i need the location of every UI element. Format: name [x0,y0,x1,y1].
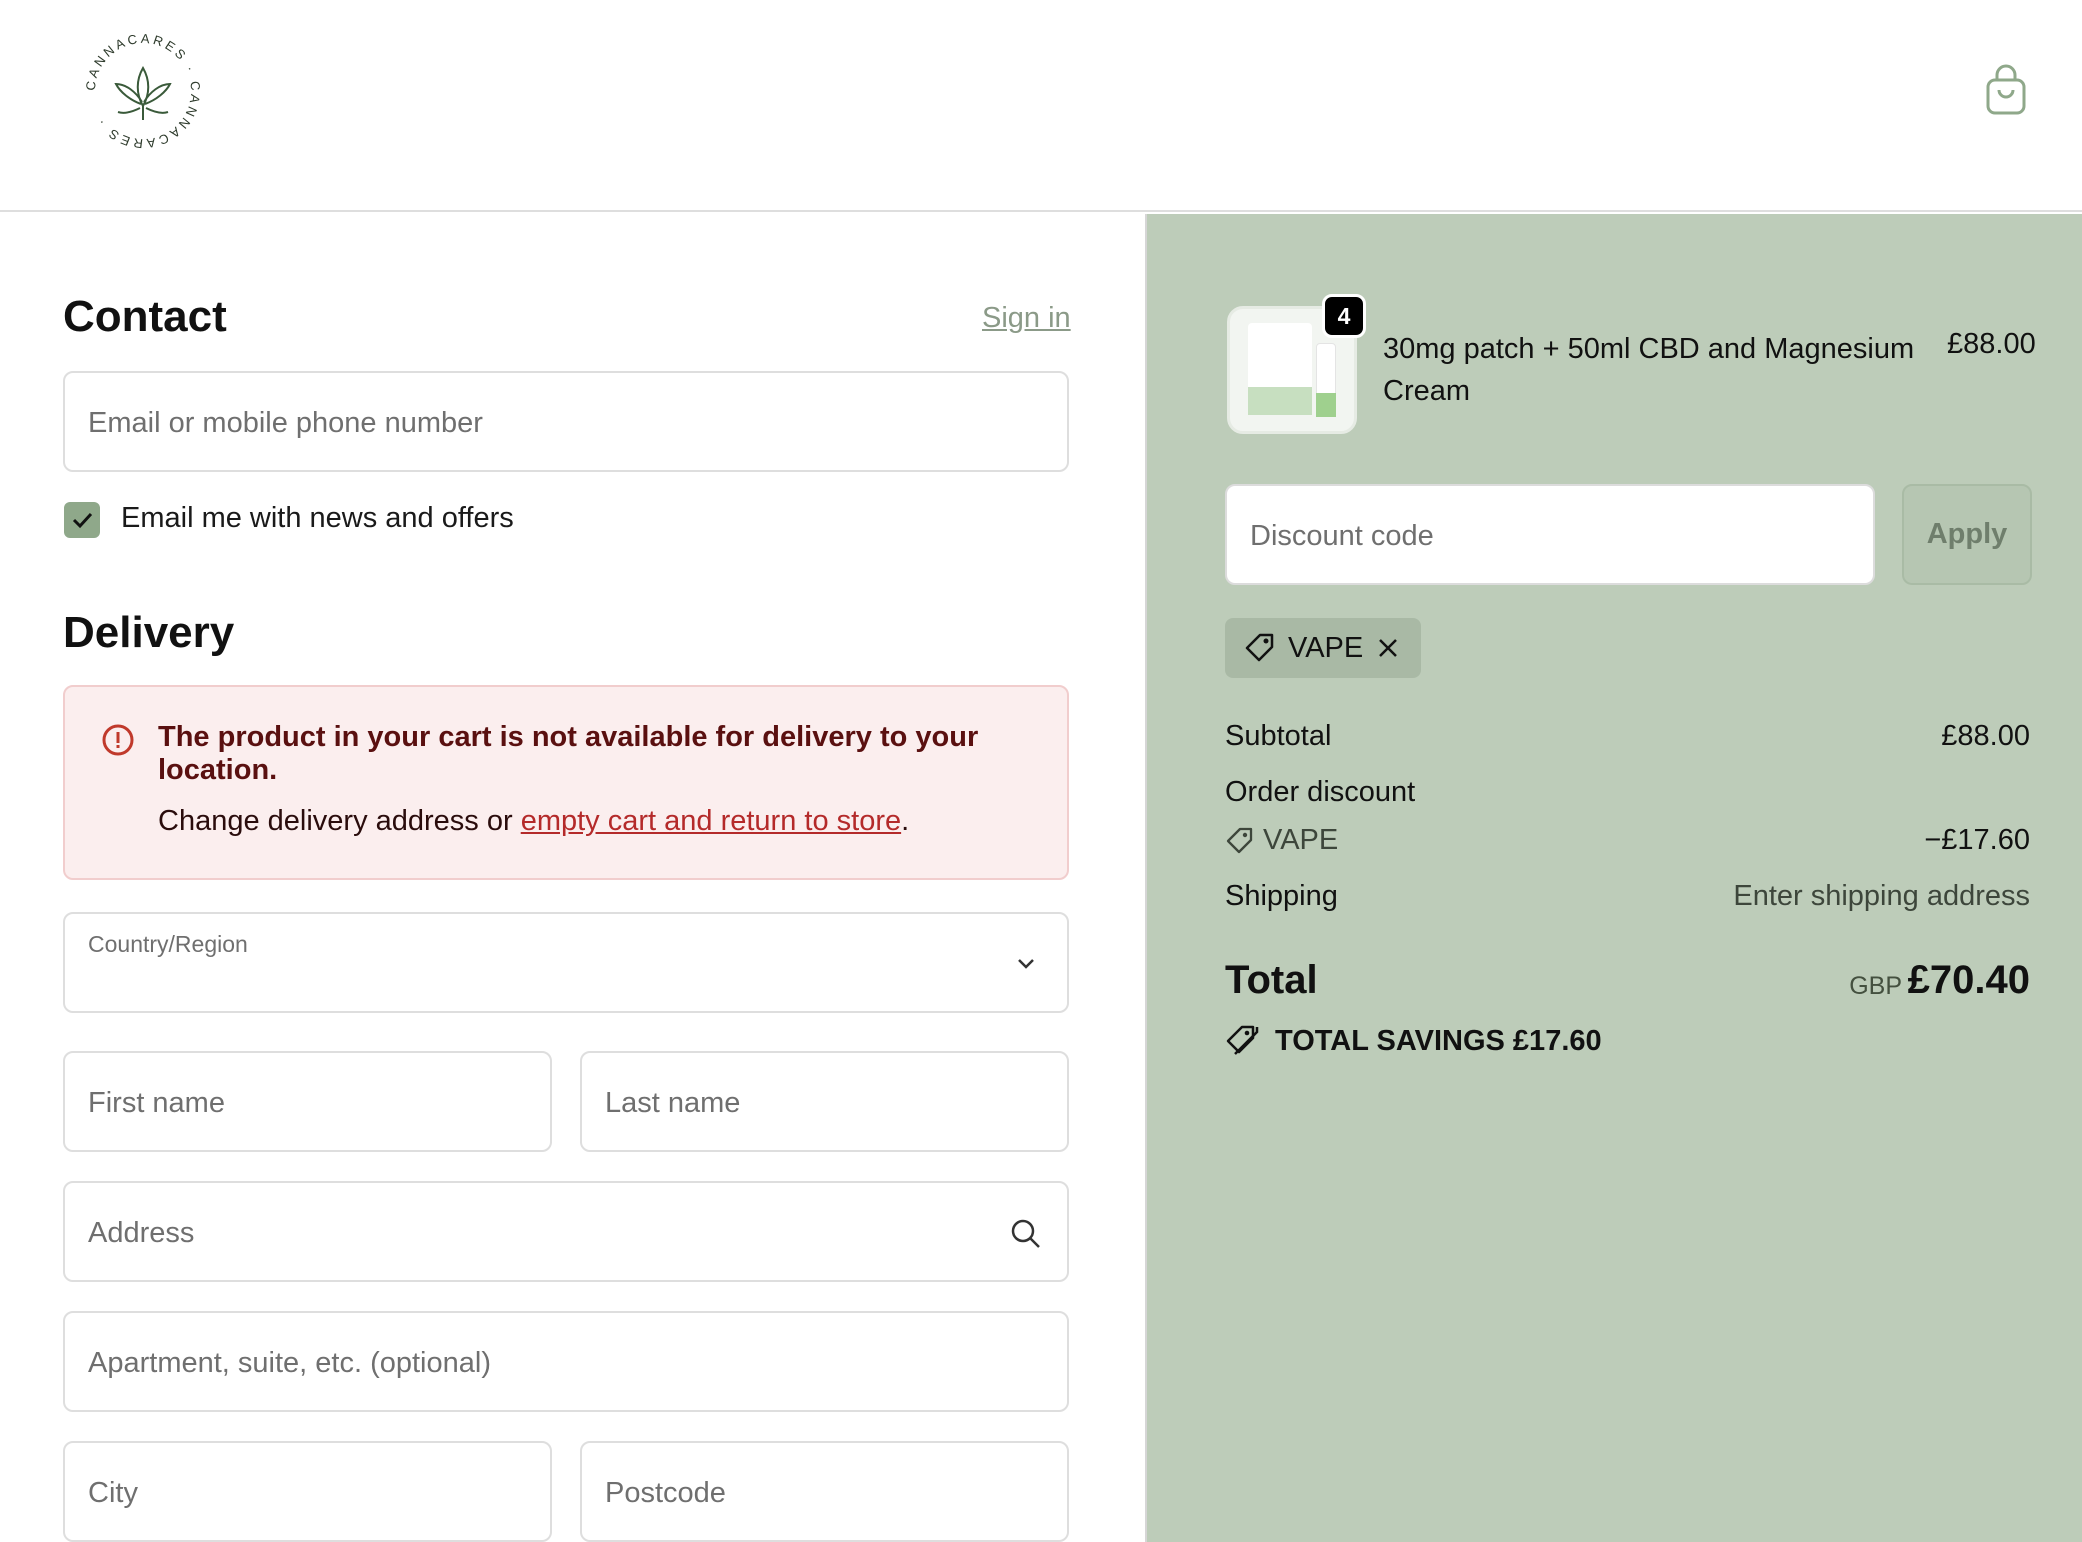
last-name-field[interactable]: Last name [580,1051,1069,1152]
header: CANNACARES · CANNACARES · [0,0,2082,212]
address-field[interactable]: Address [63,1181,1069,1282]
shipping-value: Enter shipping address [1733,880,2030,912]
postcode-field[interactable]: Postcode [580,1441,1069,1542]
total-currency: GBP [1849,972,1902,1000]
product-pack-band [1248,387,1312,415]
shopping-bag-icon[interactable] [1984,64,2028,116]
discount-code-field[interactable]: Discount code [1225,484,1875,585]
error-circle-icon [102,724,134,756]
address-placeholder: Address [88,1217,195,1249]
product-name: 30mg patch + 50ml CBD and Magnesium Crea… [1383,333,1915,407]
applied-discount-chip: VAPE [1225,618,1421,678]
search-icon[interactable] [1009,1217,1043,1251]
checkout-form: Contact Sign in Email or mobile phone nu… [0,214,1145,1542]
tag-icon [1245,633,1274,662]
discount-value: −£17.60 [1924,824,2030,856]
apply-button[interactable]: Apply [1902,484,2032,585]
cannacares-logo-icon[interactable]: CANNACARES · CANNACARES · [80,28,206,154]
total-label: Total [1225,958,1318,1002]
alert-body: Change delivery address or empty cart an… [158,805,909,838]
checkmark-icon [72,512,93,529]
order-discount-label: Order discount [1225,776,1416,808]
alert-title: The product in your cart is not availabl… [158,721,979,786]
apartment-placeholder: Apartment, suite, etc. (optional) [88,1347,491,1379]
city-placeholder: City [88,1477,138,1509]
city-field[interactable]: City [63,1441,552,1542]
total-savings-text: TOTAL SAVINGS £17.60 [1275,1025,1602,1057]
country-select[interactable]: Country/Region [63,912,1069,1013]
last-name-placeholder: Last name [605,1087,741,1119]
svg-text:CANNACARES · CANNACARES ·: CANNACARES · CANNACARES · [83,31,204,152]
email-field[interactable]: Email or mobile phone number [63,371,1069,472]
discount-placeholder: Discount code [1250,520,1434,552]
newsletter-checkbox[interactable] [64,502,100,538]
tag-icon [1226,827,1253,854]
subtotal-value: £88.00 [1941,720,2030,752]
delivery-heading: Delivery [63,608,235,657]
sign-in-link[interactable]: Sign in [982,302,1071,335]
alert-body-prefix: Change delivery address or [158,805,521,837]
first-name-placeholder: First name [88,1087,225,1119]
apartment-field[interactable]: Apartment, suite, etc. (optional) [63,1311,1069,1412]
shipping-label: Shipping [1225,880,1338,912]
subtotal-label: Subtotal [1225,720,1332,752]
logo-text: CANNACARES · CANNACARES · [83,31,201,152]
product-price: £88.00 [1947,328,2036,360]
country-label: Country/Region [88,931,248,957]
delivery-error-alert: The product in your cart is not availabl… [63,685,1069,880]
first-name-field[interactable]: First name [63,1051,552,1152]
quantity-badge: 4 [1322,294,1366,338]
alert-body-suffix: . [901,805,910,837]
product-tube-band [1316,393,1336,417]
order-summary: 4 30mg patch + 50ml CBD and Magnesium Cr… [1145,214,2082,1542]
email-placeholder: Email or mobile phone number [88,407,483,439]
empty-cart-link[interactable]: empty cart and return to store [521,805,901,837]
savings-tag-icon [1226,1025,1259,1055]
newsletter-label: Email me with news and offers [121,502,514,534]
close-icon[interactable] [1375,635,1401,661]
applied-code-text: VAPE [1288,632,1364,664]
postcode-placeholder: Postcode [605,1477,726,1509]
contact-heading: Contact [63,292,227,341]
total-value: £70.40 [1907,958,2030,1002]
discount-code-name: VAPE [1263,824,1339,856]
chevron-down-icon [1018,959,1034,969]
